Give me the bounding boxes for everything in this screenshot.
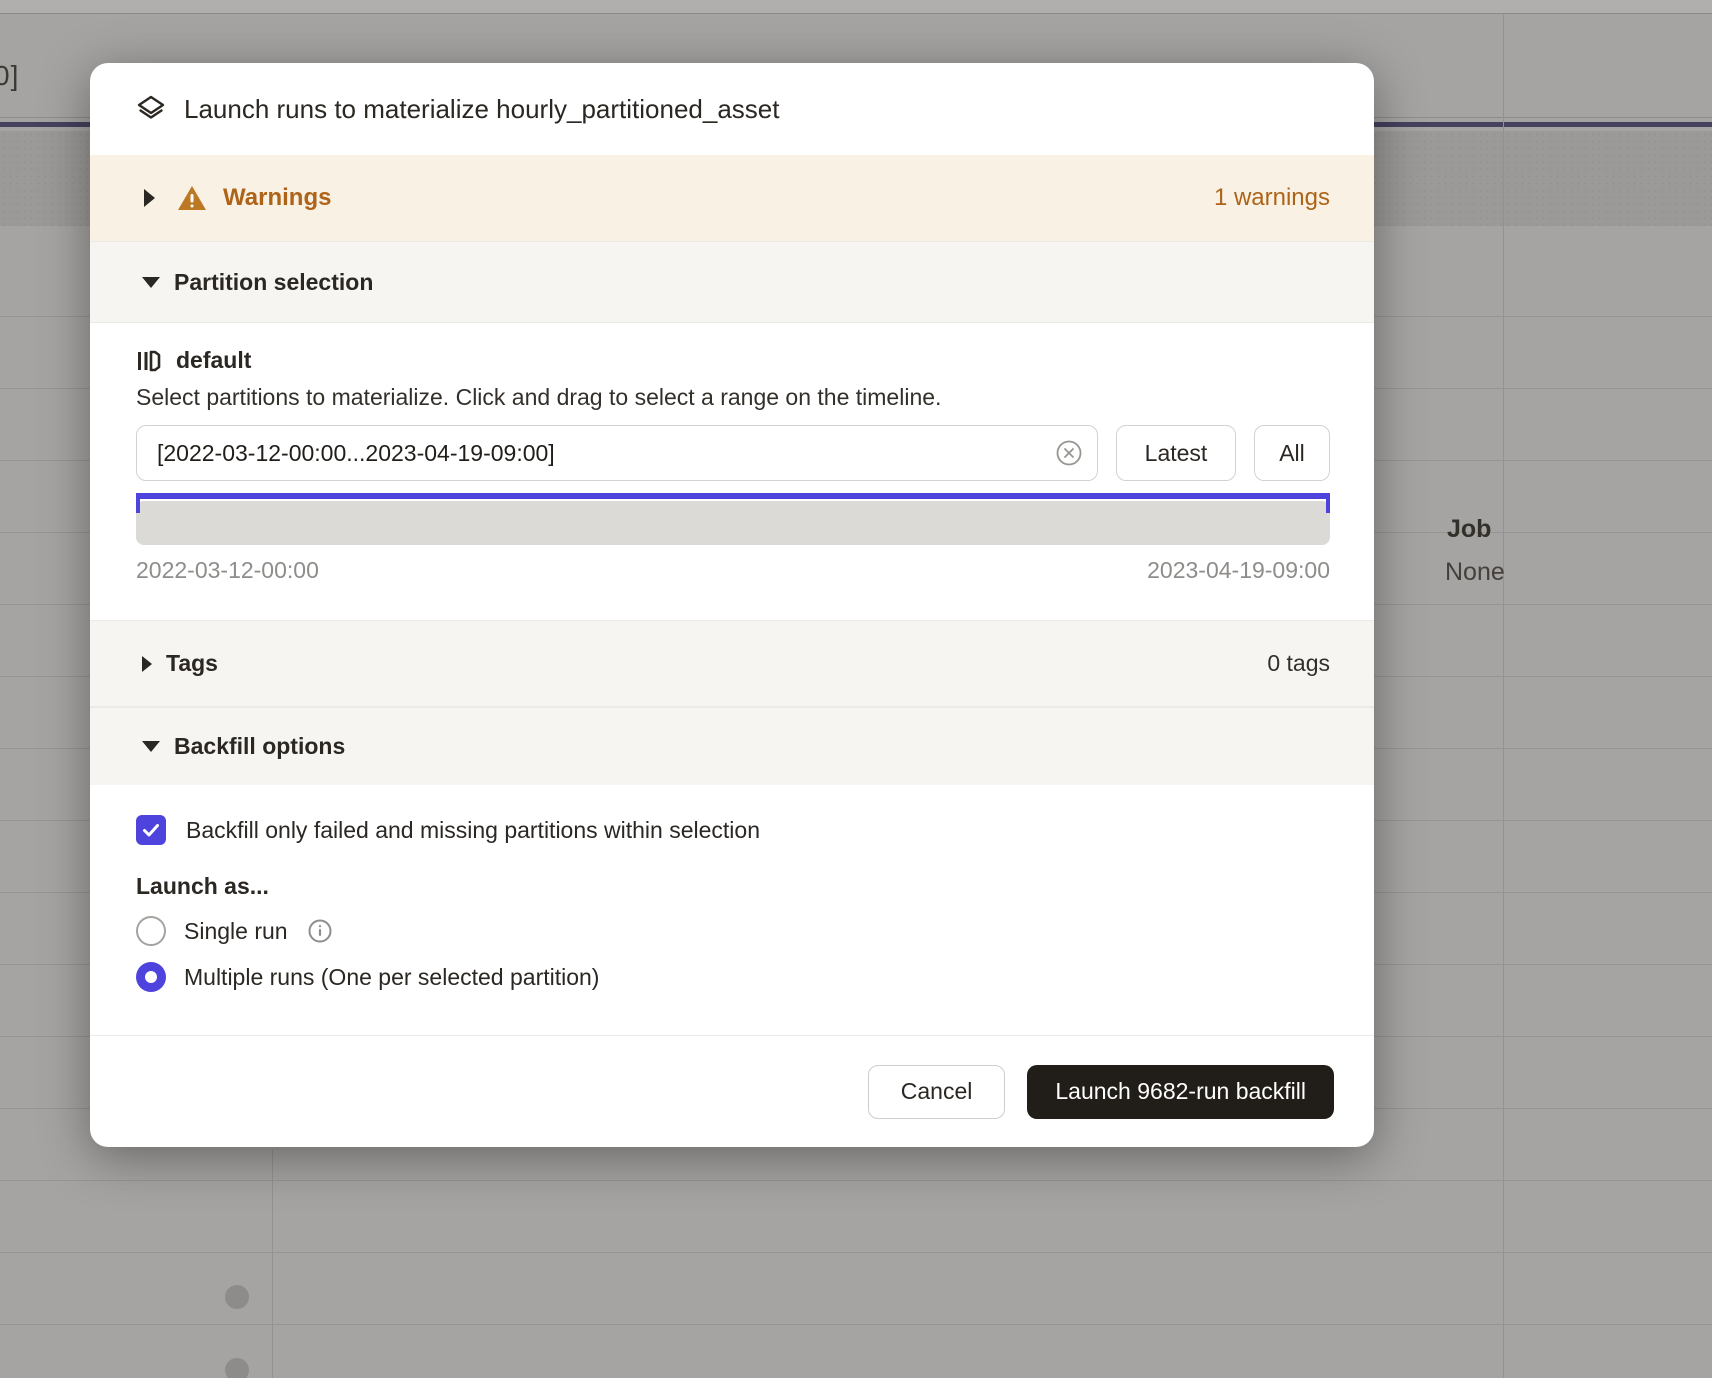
backdrop-job-column-header: Job — [1447, 515, 1491, 544]
tags-count: 0 tags — [1267, 650, 1330, 677]
backdrop-status-dot — [225, 1285, 249, 1309]
tags-label: Tags — [166, 650, 218, 677]
backdrop-job-column-value: None — [1445, 558, 1505, 587]
checkbox-checked-icon[interactable] — [136, 815, 166, 845]
launch-backfill-dialog: Launch runs to materialize hourly_partit… — [90, 63, 1374, 1147]
multiple-runs-label: Multiple runs (One per selected partitio… — [184, 964, 599, 991]
multiple-runs-option[interactable]: Multiple runs (One per selected partitio… — [136, 962, 1330, 992]
partition-dimension-name: default — [176, 347, 251, 374]
backdrop-status-dot — [225, 1358, 249, 1378]
partition-range-input-wrap — [136, 425, 1098, 481]
chevron-down-icon — [142, 277, 160, 288]
latest-button[interactable]: Latest — [1116, 425, 1236, 481]
chevron-down-icon — [142, 741, 160, 752]
warnings-label: Warnings — [223, 184, 331, 212]
backdrop-column-divider — [1503, 14, 1504, 1378]
single-run-label: Single run — [184, 918, 288, 945]
clear-input-icon[interactable] — [1056, 440, 1082, 466]
partition-selection-body: default Select partitions to materialize… — [90, 323, 1374, 620]
timeline-end-date: 2023-04-19-09:00 — [1147, 557, 1330, 584]
timeline-date-labels: 2022-03-12-00:00 2023-04-19-09:00 — [136, 557, 1330, 584]
backdrop-partial-input-text: 0] — [0, 60, 19, 92]
launch-backfill-button[interactable]: Launch 9682-run backfill — [1027, 1065, 1334, 1119]
backfill-only-failed-checkbox-row[interactable]: Backfill only failed and missing partiti… — [136, 815, 1330, 845]
chevron-right-icon — [144, 189, 155, 207]
backdrop-column-divider-bottom — [272, 1150, 273, 1378]
backfill-options-label: Backfill options — [174, 733, 345, 760]
partition-selection-description: Select partitions to materialize. Click … — [136, 384, 1330, 411]
timeline-start-date: 2022-03-12-00:00 — [136, 557, 319, 584]
warnings-section-header[interactable]: Warnings 1 warnings — [90, 155, 1374, 241]
warning-triangle-icon — [177, 183, 207, 213]
launch-as-label: Launch as... — [136, 873, 1330, 900]
partition-input-row: Latest All — [136, 425, 1330, 481]
asset-stack-icon — [136, 94, 166, 124]
backfill-options-body: Backfill only failed and missing partiti… — [90, 785, 1374, 1035]
partition-range-input[interactable] — [136, 425, 1098, 481]
info-icon[interactable] — [308, 919, 332, 943]
partition-selection-section-header[interactable]: Partition selection — [90, 241, 1374, 323]
selected-range-indicator — [136, 493, 1330, 513]
dialog-header: Launch runs to materialize hourly_partit… — [90, 63, 1374, 155]
partition-dimension-row: default — [136, 347, 1330, 374]
chevron-right-icon — [142, 656, 152, 672]
partition-icon — [136, 348, 162, 374]
warnings-count: 1 warnings — [1214, 184, 1330, 212]
partition-selection-label: Partition selection — [174, 269, 373, 296]
tags-section-header[interactable]: Tags 0 tags — [90, 620, 1374, 707]
dialog-title: Launch runs to materialize hourly_partit… — [184, 94, 779, 125]
single-run-option[interactable]: Single run — [136, 916, 1330, 946]
checkbox-label: Backfill only failed and missing partiti… — [186, 817, 760, 844]
all-button[interactable]: All — [1254, 425, 1330, 481]
backdrop-toolbar — [0, 0, 1712, 14]
dialog-footer: Cancel Launch 9682-run backfill — [90, 1035, 1374, 1147]
radio-selected-icon[interactable] — [136, 962, 166, 992]
radio-unselected-icon[interactable] — [136, 916, 166, 946]
cancel-button[interactable]: Cancel — [868, 1065, 1006, 1119]
backfill-options-section-header[interactable]: Backfill options — [90, 707, 1374, 785]
